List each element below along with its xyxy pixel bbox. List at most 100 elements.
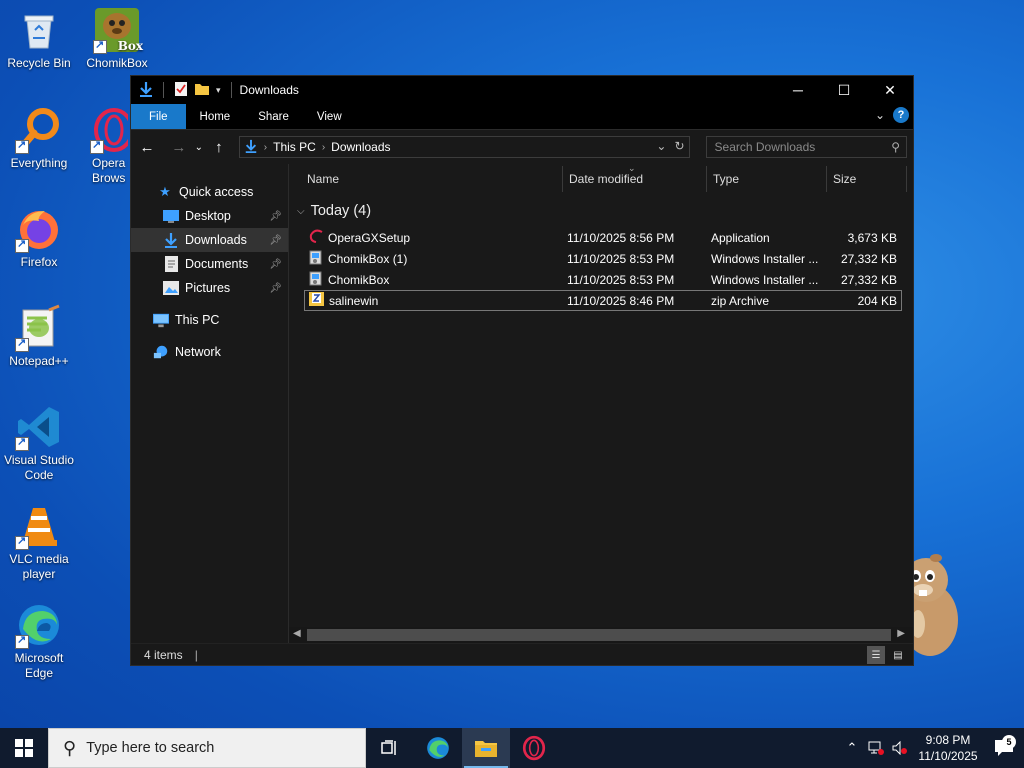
file-row[interactable]: OperaGXSetup 11/10/2025 8:56 PM Applicat… xyxy=(304,227,902,248)
nav-item-documents[interactable]: Documents 📌︎ xyxy=(131,252,288,276)
taskbar-app-file-explorer[interactable] xyxy=(462,728,510,768)
shortcut-arrow-icon xyxy=(93,38,107,54)
address-toolbar: ← → ⌄ ↑ › This PC › Downloads ⌄ ↻ ⚲ xyxy=(131,130,913,164)
sort-indicator-icon: ⌄ xyxy=(628,163,636,173)
nav-item-desktop[interactable]: Desktop 📌︎ xyxy=(131,204,288,228)
window-title: Downloads xyxy=(239,83,299,97)
file-date: 11/10/2025 8:56 PM xyxy=(567,230,675,245)
title-bar[interactable]: ▾ Downloads ─ ☐ ✕ xyxy=(131,76,913,104)
taskbar-app-edge[interactable] xyxy=(414,728,462,768)
file-type: Windows Installer ... xyxy=(711,251,819,266)
desktop-icon-label: Firefox xyxy=(20,255,58,269)
desktop-icon-label: Microsoft Edge xyxy=(14,651,64,680)
tab-home[interactable]: Home xyxy=(186,104,245,129)
breadcrumb-separator[interactable]: › xyxy=(322,142,325,153)
file-list[interactable]: Name Date modified Type Size ⌄ ⌵ Today (… xyxy=(289,163,913,643)
file-type: Windows Installer ... xyxy=(711,272,819,287)
column-name[interactable]: Name xyxy=(289,166,563,192)
taskbar-app-opera-gx[interactable] xyxy=(510,728,558,768)
clock[interactable]: 9:08 PM 11/10/2025 xyxy=(912,732,984,764)
title-separator xyxy=(230,82,232,98)
address-dropdown-icon[interactable]: ⌄ xyxy=(656,139,666,153)
nav-network[interactable]: Network xyxy=(131,340,288,364)
desktop-icon-everything[interactable]: Everything xyxy=(0,106,78,171)
desktop-icon-edge[interactable]: Microsoft Edge xyxy=(0,601,78,681)
network-status-icon[interactable] xyxy=(864,741,888,755)
chomikbox-badge: Box xyxy=(117,39,143,53)
scroll-left-icon[interactable]: ◀ xyxy=(293,628,301,639)
notification-count-badge: 5 xyxy=(1002,735,1016,749)
scroll-right-icon[interactable]: ▶ xyxy=(897,628,905,639)
search-field[interactable]: ⚲ xyxy=(705,136,907,158)
desktop-icon-label: Visual Studio Code xyxy=(4,453,74,482)
recent-locations-button[interactable]: ⌄ xyxy=(193,137,205,157)
desktop-icon-label: ChomikBox xyxy=(86,56,148,70)
customize-toolbar-icon[interactable]: ▾ xyxy=(216,85,221,96)
shortcut-arrow-icon xyxy=(15,435,29,451)
tab-view[interactable]: View xyxy=(303,104,356,129)
pin-icon[interactable]: 📌︎ xyxy=(269,259,282,270)
desktop-icon-vscode[interactable]: Visual Studio Code xyxy=(0,403,78,483)
collapse-chevron-icon[interactable]: ⌵ xyxy=(297,206,305,217)
pin-icon[interactable]: 📌︎ xyxy=(269,283,282,294)
column-size[interactable]: Size xyxy=(827,166,907,192)
scrollbar-thumb[interactable] xyxy=(307,629,891,641)
address-bar[interactable]: › This PC › Downloads ⌄ ↻ xyxy=(238,136,690,158)
properties-icon[interactable] xyxy=(174,81,188,100)
file-row[interactable]: ChomikBox 11/10/2025 8:53 PM Windows Ins… xyxy=(304,269,902,290)
downloads-location-icon xyxy=(244,139,258,156)
tab-share[interactable]: Share xyxy=(244,104,303,129)
file-row[interactable]: ChomikBox (1) 11/10/2025 8:53 PM Windows… xyxy=(304,248,902,269)
forward-button[interactable]: → xyxy=(169,137,189,157)
desktop-icon-vlc[interactable]: VLC media player xyxy=(0,502,78,582)
desktop-icon-notepadpp[interactable]: Notepad++ xyxy=(0,304,78,369)
pin-icon[interactable]: 📌︎ xyxy=(269,235,282,246)
new-folder-icon[interactable] xyxy=(194,82,210,99)
download-arrow-icon[interactable] xyxy=(139,81,153,100)
shortcut-arrow-icon xyxy=(15,336,29,352)
maximize-button[interactable]: ☐ xyxy=(821,76,867,104)
back-button[interactable]: ← xyxy=(137,137,157,157)
nav-label: Documents xyxy=(185,257,249,271)
system-tray: ⌃ 9:08 PM 11/10/2025 5 xyxy=(840,728,1024,768)
breadcrumb-downloads[interactable]: Downloads xyxy=(331,140,390,154)
file-row[interactable]: salinewin 11/10/2025 8:46 PM zip Archive… xyxy=(304,290,902,311)
taskbar-search-box[interactable]: ⚲ xyxy=(48,728,366,768)
file-name: salinewin xyxy=(329,293,379,308)
pin-icon[interactable]: 📌︎ xyxy=(269,211,282,222)
task-view-button[interactable] xyxy=(366,728,414,768)
details-view-icon[interactable]: ☰ xyxy=(867,646,885,664)
taskbar-search-input[interactable] xyxy=(86,740,327,756)
horizontal-scrollbar[interactable]: ◀ ▶ xyxy=(289,627,913,643)
file-name: OperaGXSetup xyxy=(328,230,411,245)
desktop-icon-recycle-bin[interactable]: Recycle Bin xyxy=(0,6,78,71)
expand-ribbon-icon[interactable]: ⌄ xyxy=(875,108,885,122)
desktop-icon-firefox[interactable]: Firefox xyxy=(0,205,78,270)
volume-muted-icon[interactable] xyxy=(888,741,912,755)
large-icons-view-icon[interactable]: ▤ xyxy=(889,646,907,664)
downloads-folder-icon xyxy=(163,232,179,248)
refresh-icon[interactable]: ↻ xyxy=(674,139,684,153)
search-input[interactable] xyxy=(714,140,875,154)
file-name: ChomikBox (1) xyxy=(328,251,408,266)
nav-this-pc[interactable]: This PC xyxy=(131,308,288,332)
help-button[interactable]: ? xyxy=(893,107,909,123)
close-button[interactable]: ✕ xyxy=(867,76,913,104)
group-header-today[interactable]: ⌵ Today (4) xyxy=(289,200,913,222)
desktop-icon-chomikbox[interactable]: Box ChomikBox xyxy=(78,6,156,71)
file-explorer-window[interactable]: ▾ Downloads ─ ☐ ✕ File Home Share View ⌄… xyxy=(130,75,914,666)
show-hidden-icons-button[interactable]: ⌃ xyxy=(840,740,864,756)
clock-time: 9:08 PM xyxy=(925,733,971,747)
nav-item-pictures[interactable]: Pictures 📌︎ xyxy=(131,276,288,300)
minimize-button[interactable]: ─ xyxy=(775,76,821,104)
breadcrumb-separator[interactable]: › xyxy=(264,142,267,153)
start-button[interactable] xyxy=(0,728,48,768)
action-center-button[interactable]: 5 xyxy=(984,735,1024,757)
tab-file[interactable]: File xyxy=(131,104,186,129)
nav-item-downloads[interactable]: Downloads 📌︎ xyxy=(131,228,288,252)
up-button[interactable]: ↑ xyxy=(209,137,229,157)
column-type[interactable]: Type xyxy=(707,166,827,192)
nav-quick-access[interactable]: ★ Quick access xyxy=(131,180,288,204)
breadcrumb-this-pc[interactable]: This PC xyxy=(273,140,316,154)
desktop-icon-opera-gx[interactable]: Opera G Brows xyxy=(78,106,128,186)
